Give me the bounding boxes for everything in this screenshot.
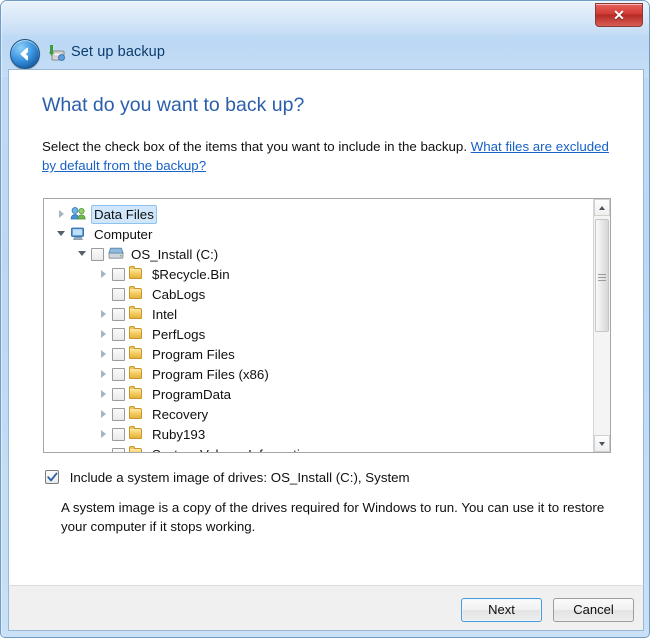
footer-bar: Next Cancel [8, 585, 644, 631]
tree-item-label: Recovery [152, 406, 209, 422]
tree-item-checkbox[interactable] [112, 327, 125, 341]
tree-item-label: ProgramData [152, 386, 232, 402]
chevron-down-icon [599, 442, 605, 446]
tree-item-label: $Recycle.Bin [152, 266, 230, 282]
next-button[interactable]: Next [461, 598, 542, 622]
close-icon: ✕ [613, 7, 625, 23]
tree-item-checkbox[interactable] [112, 367, 125, 381]
tree-expand-arrow-icon[interactable] [54, 224, 70, 244]
tree-item-checkbox[interactable] [112, 387, 125, 401]
tree-collapse-arrow-icon[interactable] [96, 344, 112, 364]
tree-item-label: OS_Install (C:) [131, 246, 219, 262]
back-arrow-icon [20, 47, 28, 61]
tree-scrollbar[interactable] [593, 199, 610, 452]
tree-item[interactable]: Intel [44, 304, 592, 324]
tree-item-checkbox[interactable] [112, 287, 125, 301]
tree-item-checkbox[interactable] [112, 347, 125, 361]
folder-icon [128, 366, 145, 382]
tree-item-label: CabLogs [152, 286, 206, 302]
tree-item-checkbox[interactable] [91, 247, 104, 261]
tree-item[interactable]: Data Files [44, 204, 592, 224]
tree-item[interactable]: System Volume Information [44, 444, 592, 452]
folder-icon [128, 406, 145, 422]
scrollbar-grip-icon [598, 272, 606, 281]
tree-collapse-arrow-icon[interactable] [96, 264, 112, 284]
folder-icon [128, 386, 145, 402]
scrollbar-thumb[interactable] [595, 219, 609, 332]
tree-collapse-arrow-icon[interactable] [96, 404, 112, 424]
tree-no-arrow-spacer [96, 444, 112, 452]
back-button[interactable] [10, 39, 40, 69]
tree-no-arrow-spacer [96, 284, 112, 304]
folder-icon [128, 346, 145, 362]
tree-item-checkbox[interactable] [112, 407, 125, 421]
tree-item[interactable]: Computer [44, 224, 592, 244]
tree-collapse-arrow-icon[interactable] [96, 424, 112, 444]
computer-icon [70, 226, 87, 242]
tree-item-label: PerfLogs [152, 326, 206, 342]
tree-item-checkbox[interactable] [112, 307, 125, 321]
tree-item-label: Ruby193 [152, 426, 206, 442]
folder-icon [128, 266, 145, 282]
setup-backup-window: ✕ Set up backup What do you want to back… [0, 0, 650, 638]
system-image-option[interactable]: Include a system image of drives: OS_Ins… [45, 470, 410, 485]
tree-item-checkbox[interactable] [112, 447, 125, 452]
tree-item-label: Program Files [152, 346, 235, 362]
tree-item[interactable]: Program Files [44, 344, 592, 364]
tree-collapse-arrow-icon[interactable] [54, 204, 70, 224]
tree-item[interactable]: $Recycle.Bin [44, 264, 592, 284]
system-image-checkbox[interactable] [45, 470, 59, 484]
cancel-button[interactable]: Cancel [553, 598, 634, 622]
title-bar [1, 1, 649, 77]
system-image-description: A system image is a copy of the drives r… [61, 500, 605, 534]
folder-icon [128, 326, 145, 342]
tree-item-label: Program Files (x86) [152, 366, 269, 382]
checkmark-icon [47, 472, 58, 482]
tree-item[interactable]: Recovery [44, 404, 592, 424]
tree-collapse-arrow-icon[interactable] [96, 364, 112, 384]
tree-rows: Data Files Computer OS_Install (C:) $Recycl… [44, 204, 592, 452]
tree-item[interactable]: OS_Install (C:) [44, 244, 592, 264]
tree-collapse-arrow-icon[interactable] [96, 304, 112, 324]
tree-item-label: Data Files [91, 204, 157, 224]
tree-item[interactable]: ProgramData [44, 384, 592, 404]
page-title: What do you want to back up? [42, 94, 305, 116]
scroll-up-button[interactable] [594, 199, 610, 216]
folder-icon [128, 306, 145, 322]
drive-icon [107, 246, 124, 262]
tree-item-checkbox[interactable] [112, 427, 125, 441]
window-title: Set up backup [71, 44, 166, 60]
tree-item-label: Computer [94, 226, 153, 242]
folder-icon [128, 426, 145, 442]
tree-item[interactable]: PerfLogs [44, 324, 592, 344]
intro-text: Select the check box of the items that y… [42, 137, 610, 175]
tree-item-label: System Volume Information [149, 446, 318, 452]
tree-item[interactable]: CabLogs [44, 284, 592, 304]
scroll-down-button[interactable] [594, 435, 610, 452]
close-button[interactable]: ✕ [595, 3, 643, 27]
system-image-label: Include a system image of drives: OS_Ins… [69, 470, 410, 485]
tree-collapse-arrow-icon[interactable] [96, 384, 112, 404]
tree-expand-arrow-icon[interactable] [75, 244, 91, 264]
backup-icon [47, 43, 67, 63]
content-area: What do you want to back up? Select the … [8, 69, 644, 585]
intro-sentence: Select the check box of the items that y… [42, 139, 471, 154]
folder-icon [128, 286, 145, 302]
tree-item[interactable]: Ruby193 [44, 424, 592, 444]
tree-item-checkbox[interactable] [112, 267, 125, 281]
tree-collapse-arrow-icon[interactable] [96, 324, 112, 344]
titlebar-sheen [1, 1, 649, 35]
users-icon [70, 206, 87, 222]
tree-item[interactable]: Program Files (x86) [44, 364, 592, 384]
folder-icon [128, 446, 145, 452]
backup-items-tree[interactable]: Data Files Computer OS_Install (C:) $Recycl… [43, 198, 611, 453]
chevron-up-icon [599, 206, 605, 210]
tree-item-label: Intel [152, 306, 178, 322]
